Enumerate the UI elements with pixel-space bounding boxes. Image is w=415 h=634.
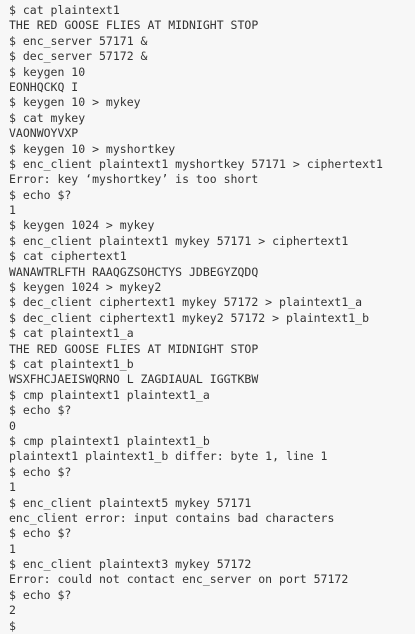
- terminal-line: $ cat ciphertext1: [9, 249, 127, 264]
- terminal-line: $ cmp plaintext1 plaintext1_b: [9, 433, 210, 448]
- terminal-line: $ cat plaintext1_a: [9, 326, 134, 341]
- terminal-line: $ keygen 10: [9, 64, 86, 79]
- terminal-line: plaintext1 plaintext1_b differ: byte 1, …: [9, 449, 328, 464]
- terminal-line: $ dec_client ciphertext1 mykey 57172 > p…: [9, 295, 363, 310]
- terminal-line: 0: [9, 418, 16, 433]
- terminal-line: $ enc_server 57171 &: [9, 33, 148, 48]
- terminal-line: THE RED GOOSE FLIES AT MIDNIGHT STOP: [9, 341, 259, 356]
- terminal-line: $ keygen 1024 > mykey: [9, 218, 155, 233]
- terminal-line: $ enc_client plaintext1 myshortkey 57171…: [9, 156, 383, 171]
- terminal-line: 1: [9, 541, 16, 556]
- terminal-output[interactable]: $ cat plaintext1 THE RED GOOSE FLIES AT …: [0, 0, 415, 633]
- terminal-line: 1: [9, 203, 16, 218]
- terminal-line: $ cat plaintext1: [9, 3, 120, 17]
- terminal-line: Error: could not contact enc_server on p…: [9, 572, 349, 587]
- terminal-line: WSXFHCJAEISWQRNO L ZAGDIAUAL IGGTKBW: [9, 372, 259, 387]
- terminal-line: $ echo $?: [9, 464, 72, 479]
- terminal-line: $ dec_client ciphertext1 mykey2 57172 > …: [9, 310, 370, 325]
- terminal-line: enc_client error: input contains bad cha…: [9, 510, 335, 525]
- terminal-line: $ keygen 10 > myshortkey: [9, 141, 176, 156]
- terminal-line: $ enc_client plaintext3 mykey 57172: [9, 557, 252, 572]
- terminal-line: 2: [9, 603, 16, 618]
- terminal-line: $ cat mykey: [9, 110, 86, 125]
- terminal-line: Error: key ‘myshortkey’ is too short: [9, 172, 259, 187]
- terminal-prompt[interactable]: $: [9, 619, 415, 634]
- terminal-line: 1: [9, 480, 16, 495]
- terminal-line: $ enc_client plaintext5 mykey 57171: [9, 495, 252, 510]
- terminal-line: $ enc_client plaintext1 mykey 57171 > ci…: [9, 233, 349, 248]
- terminal-line: $ keygen 10 > mykey: [9, 95, 141, 110]
- terminal-line: THE RED GOOSE FLIES AT MIDNIGHT STOP: [9, 18, 259, 33]
- terminal-line: $ keygen 1024 > mykey2: [9, 280, 162, 295]
- terminal-line: VAONWOYVXP: [9, 126, 79, 141]
- terminal-line: $ echo $?: [9, 403, 72, 418]
- terminal-line: $ echo $?: [9, 187, 72, 202]
- terminal-line: $ dec_server 57172 &: [9, 49, 148, 64]
- terminal-line: $ cat plaintext1_b: [9, 356, 134, 371]
- terminal-line: $ cmp plaintext1 plaintext1_a: [9, 387, 210, 402]
- terminal-line: WANAWTRLFTH RAAQGZSOHCTYS JDBEGYZQDQ: [9, 264, 259, 279]
- terminal-line: EONHQCKQ I: [9, 79, 79, 94]
- terminal-line: $ echo $?: [9, 526, 72, 541]
